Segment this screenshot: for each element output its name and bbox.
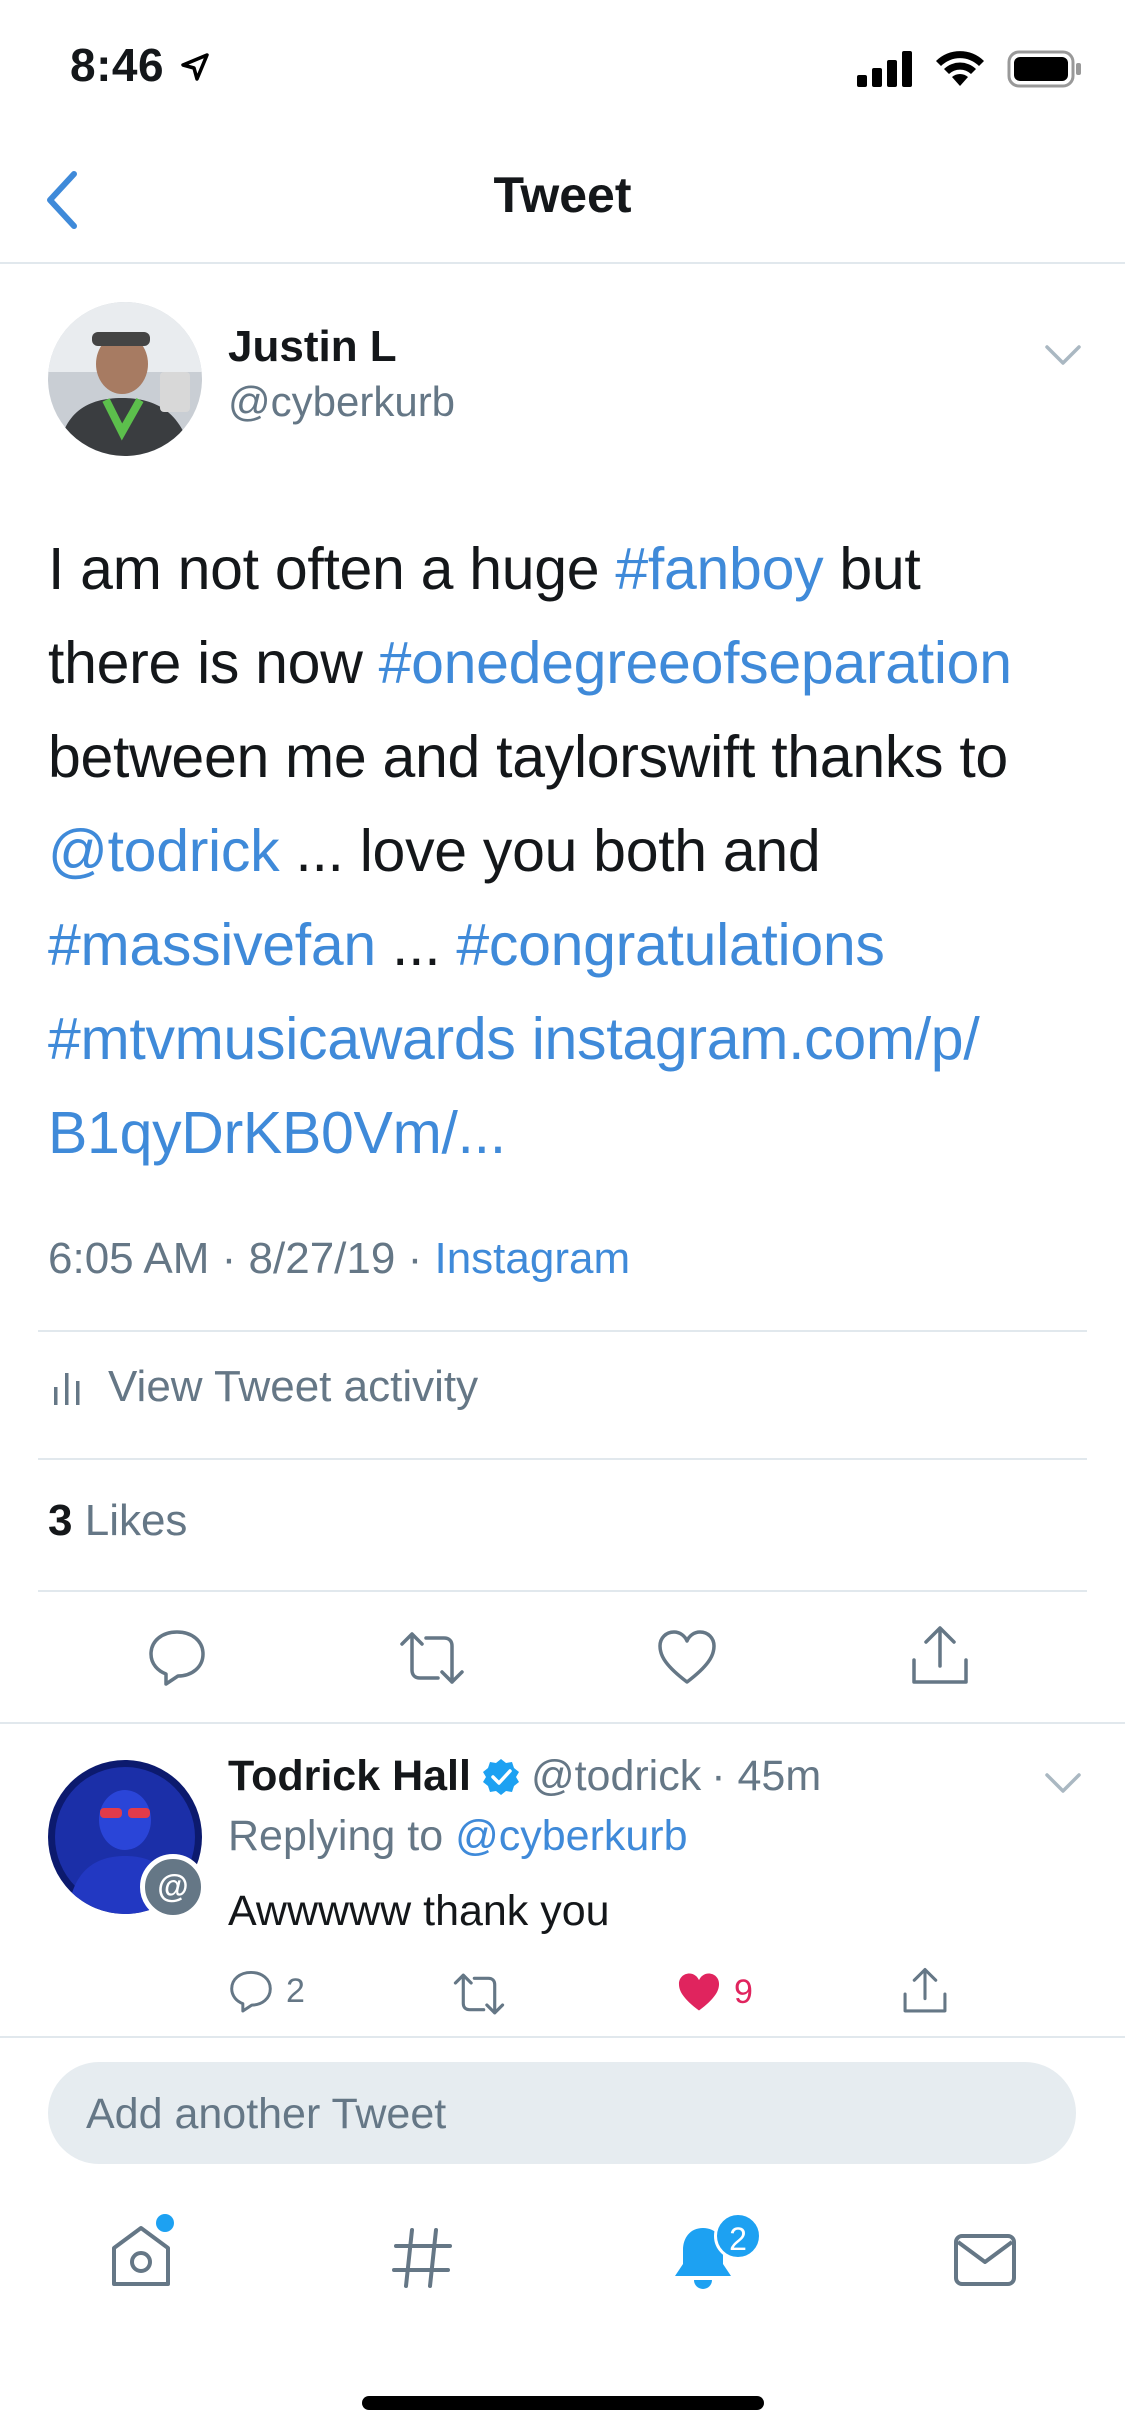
likes-label: Likes [84,1496,188,1545]
activity-label: View Tweet activity [108,1362,479,1411]
text-span: but [823,536,921,602]
reply-author-handle[interactable]: @todrick [531,1752,701,1801]
author-avatar[interactable] [48,302,202,456]
likes-count: 3 [48,1496,73,1545]
reply-retweet-button[interactable] [452,1972,506,2016]
verified-badge-icon [482,1758,519,1795]
mention-badge-icon: @ [140,1854,206,1920]
hashtag-congratulations[interactable]: #congratulations [456,912,884,978]
tweet-source[interactable]: Instagram [434,1234,630,1283]
add-tweet-placeholder: Add another Tweet [86,2090,447,2138]
tweet-options-button[interactable] [1044,344,1082,366]
view-tweet-activity[interactable]: View Tweet activity [52,1362,478,1412]
retweet-icon [453,1973,505,2015]
text-span: I am not often a huge [48,536,616,602]
chevron-down-icon [1045,1773,1081,1793]
instagram-link-cont[interactable]: B1qyDrKB0Vm/... [48,1100,506,1166]
status-icons [857,50,1083,88]
nav-divider [0,262,1125,264]
home-indicator[interactable] [362,2396,764,2410]
retweet-icon [400,1632,464,1684]
reply-time: · 45m [711,1752,822,1800]
battery-icon [1007,50,1081,88]
retweet-button[interactable] [398,1630,466,1686]
like-icon [678,1973,720,2011]
divider [38,1330,1087,1332]
tweet-time: 6:05 AM [48,1234,210,1283]
tweet-date: 8/27/19 [248,1234,396,1283]
messages-envelope-icon [954,2234,1016,2286]
wifi-icon [936,51,984,86]
text-span: there is now [48,630,379,696]
reply-count: 2 [286,1971,305,2010]
tweet-meta: 6:05 AM · 8/27/19 · Instagram [48,1234,630,1284]
text-span: between me and taylorswift thanks to [48,724,1008,790]
reply-author-name[interactable]: Todrick Hall [228,1752,471,1801]
hashtag-fanboy[interactable]: #fanboy [615,536,823,602]
divider [0,2036,1125,2038]
share-button[interactable] [910,1624,970,1688]
divider [0,1722,1125,1724]
author-name[interactable]: Justin L [228,322,397,372]
share-icon [912,1626,968,1684]
author-handle[interactable]: @cyberkurb [228,378,455,426]
reply-share-button[interactable] [902,1966,948,2016]
bar-chart-icon [54,1373,80,1405]
reply-icon [230,1970,272,2013]
home-unread-dot [156,2214,174,2232]
page-title: Tweet [493,167,632,223]
tab-explore[interactable] [390,2226,454,2290]
hashtag-onedegreeofseparation[interactable]: #onedegreeofseparation [379,630,1012,696]
reply-like-button[interactable]: 9 [676,1970,753,2014]
reply-icon [149,1630,205,1686]
likes-summary[interactable]: 3 Likes [48,1496,187,1546]
like-icon [658,1630,716,1684]
cellular-signal-icon [857,51,912,87]
replying-handle[interactable]: @cyberkurb [455,1812,687,1860]
location-arrow-icon [180,52,210,82]
instagram-link[interactable]: instagram.com/p/ [532,1006,980,1072]
reply-button[interactable] [146,1626,208,1688]
divider [38,1458,1087,1460]
replying-prefix: Replying to [228,1812,444,1860]
notifications-badge: 2 [714,2212,762,2260]
status-time: 8:46 [70,39,165,91]
share-icon [903,1968,947,2013]
hashtag-massivefan[interactable]: #massivefan [48,912,376,978]
like-button[interactable] [656,1628,718,1686]
tab-messages[interactable] [952,2232,1018,2288]
reply-reply-button[interactable]: 2 [228,1968,305,2014]
reply-text: Awwwww thank you [228,1887,610,1935]
text-span: ... love you both and [279,818,821,884]
text-span: ... [375,912,457,978]
replying-to: Replying to @cyberkurb [228,1812,688,1861]
tweet-text: I am not often a huge #fanboy but there … [48,522,1088,1180]
reply-options-button[interactable] [1044,1772,1082,1794]
explore-hashtag-icon [392,2228,452,2288]
mention-todrick[interactable]: @todrick [48,818,280,884]
chevron-down-icon [1045,345,1081,365]
like-count: 9 [734,1972,753,2011]
reply-header: Todrick Hall @todrick · 45m [228,1752,821,1801]
divider [38,1590,1087,1592]
hashtag-mtvmusicawards[interactable]: #mtvmusicawards [48,1006,516,1072]
meta-separator: · [395,1234,435,1283]
meta-separator: · [209,1234,249,1283]
